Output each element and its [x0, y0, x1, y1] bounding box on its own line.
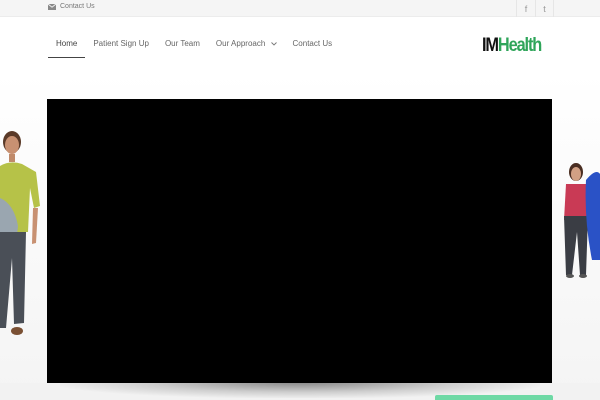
logo-text-health: Health	[497, 35, 542, 56]
top-utility-bar: Contact Us f t	[0, 0, 600, 17]
twitter-button[interactable]: t	[535, 0, 554, 17]
nav-item-contact-us[interactable]: Contact Us	[285, 39, 341, 58]
logo-text-im: IM	[482, 35, 499, 56]
nav-item-label: Contact Us	[292, 39, 333, 48]
facebook-icon: f	[524, 3, 528, 14]
main-nav: Home Patient Sign Up Our Team Our Approa…	[48, 39, 340, 58]
envelope-icon	[48, 3, 56, 10]
chevron-down-icon	[270, 42, 277, 46]
cta-button-partial[interactable]	[435, 395, 553, 400]
nav-item-label: Our Team	[164, 39, 200, 48]
topbar-contact-label: Contact Us	[60, 3, 95, 10]
nav-item-label: Patient Sign Up	[93, 39, 149, 48]
nav-item-our-approach[interactable]: Our Approach	[208, 39, 285, 58]
person-image-right	[564, 163, 600, 278]
person-image-left	[0, 131, 40, 335]
nav-item-home[interactable]: Home	[48, 39, 86, 58]
nav-item-label: Home	[56, 39, 78, 48]
twitter-icon: t	[543, 3, 546, 14]
nav-item-patient-sign-up[interactable]: Patient Sign Up	[85, 39, 157, 58]
video-player[interactable]	[47, 99, 552, 383]
nav-item-label: Our Approach	[215, 39, 266, 48]
topbar-contact-link[interactable]: Contact Us	[48, 3, 95, 10]
nav-item-our-team[interactable]: Our Team	[157, 39, 208, 58]
site-logo[interactable]: IMHealth	[482, 35, 542, 57]
site-header: Home Patient Sign Up Our Team Our Approa…	[0, 17, 600, 72]
facebook-button[interactable]: f	[516, 0, 535, 17]
